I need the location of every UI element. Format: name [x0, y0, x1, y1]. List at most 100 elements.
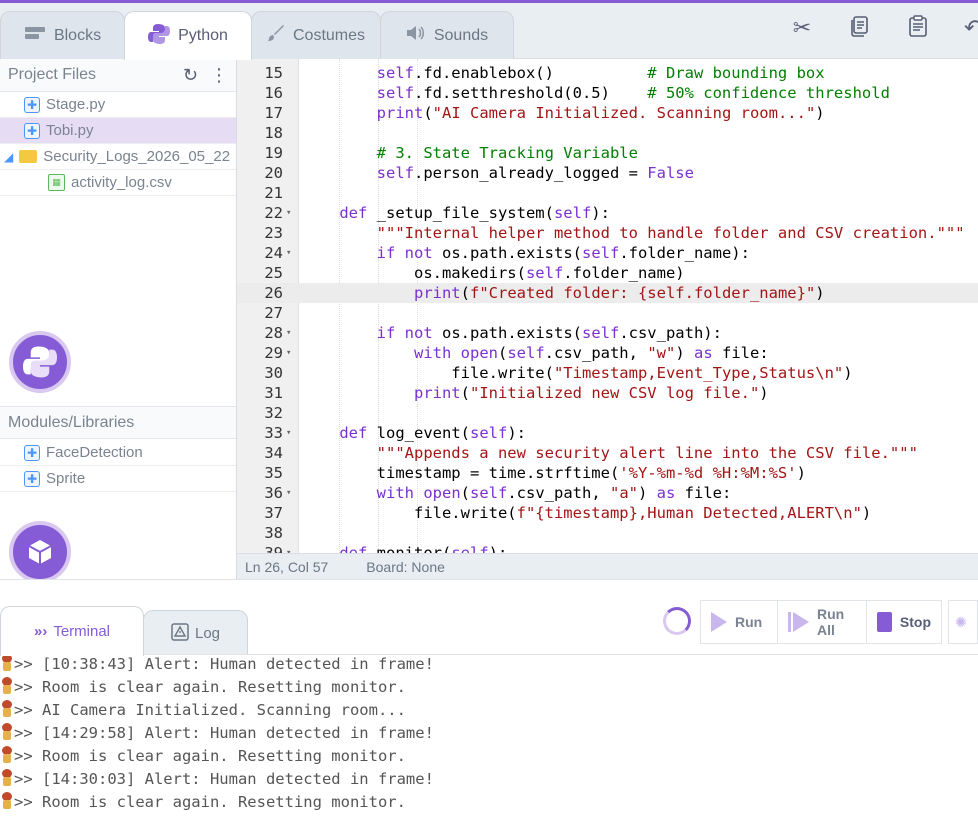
code-line[interactable]: 17 print("AI Camera Initialized. Scannin… [237, 103, 978, 123]
tab-python[interactable]: Python [124, 11, 252, 60]
run-button[interactable]: Run [700, 600, 778, 644]
sprite-avatar-icon [0, 654, 14, 672]
blocks-icon [24, 25, 46, 46]
add-python-file-button[interactable] [9, 331, 71, 393]
code-line[interactable]: 22 ▾ def _setup_file_system(self): [237, 203, 978, 223]
python-file-icon: ✚ [24, 122, 40, 139]
line-number: 22 [264, 204, 283, 222]
line-number: 28 [264, 324, 283, 342]
line-number: 37 [264, 504, 283, 522]
fold-toggle-icon[interactable]: ▾ [286, 423, 291, 443]
code-editor[interactable]: 15 self.fd.enablebox() # Draw bounding b… [237, 59, 978, 553]
tab-log[interactable]: Log [143, 610, 248, 656]
modules-label: Modules/Libraries [8, 413, 135, 431]
fold-toggle-icon[interactable]: ▾ [286, 203, 291, 223]
code-line[interactable]: 16 self.fd.setthreshold(0.5) # 50% confi… [237, 83, 978, 103]
code-text: if not os.path.exists(self.folder_name): [376, 244, 750, 262]
terminal-line: >> [10:38:43] Alert: Human detected in f… [0, 653, 434, 676]
tab-label: Blocks [53, 26, 102, 44]
code-line[interactable]: 21 [237, 183, 978, 203]
file-name: Stage.py [46, 96, 106, 113]
module-item-facedetection[interactable]: ✚ FaceDetection [0, 440, 236, 466]
file-item-stage[interactable]: ✚ Stage.py [0, 92, 236, 118]
code-line[interactable]: 32 [237, 403, 978, 423]
expand-triangle-icon[interactable]: ◢ [4, 150, 13, 164]
code-text: self.fd.setthreshold(0.5) # 50% confiden… [376, 84, 890, 102]
code-line[interactable]: 18 [237, 123, 978, 143]
sprite-avatar-icon [0, 700, 14, 718]
line-number: 31 [264, 384, 283, 402]
terminal-text: >> Room is clear again. Resetting monito… [14, 747, 406, 765]
sprite-avatar-icon [0, 723, 14, 741]
fold-toggle-icon[interactable]: ▾ [286, 343, 291, 363]
code-line[interactable]: 29 ▾ with open(self.csv_path, "w") as fil… [237, 343, 978, 363]
code-line[interactable]: 34 """Appends a new security alert line … [237, 443, 978, 463]
run-all-button[interactable]: Run All [777, 600, 867, 644]
code-line[interactable]: 24 ▾ if not os.path.exists(self.folder_na… [237, 243, 978, 263]
code-line[interactable]: 31 print("Initialized new CSV log file."… [237, 383, 978, 403]
code-line[interactable]: 20 self.person_already_logged = False [237, 163, 978, 183]
code-text: print(f"Created folder: {self.folder_nam… [413, 284, 825, 302]
cursor-position: Ln 26, Col 57 [245, 558, 329, 575]
file-item-activity-log[interactable]: ▦ activity_log.csv [0, 170, 236, 196]
stop-button[interactable]: Stop [866, 600, 942, 644]
code-line[interactable]: 19 # 3. State Tracking Variable [237, 143, 978, 163]
module-item-sprite[interactable]: ✚ Sprite [0, 466, 236, 492]
python-file-icon: ✚ [24, 96, 40, 113]
stop-icon [877, 612, 892, 632]
more-vertical-icon[interactable]: ⋮ [210, 65, 228, 86]
code-line[interactable]: 15 self.fd.enablebox() # Draw bounding b… [237, 63, 978, 83]
code-line[interactable]: 36 ▾ with open(self.csv_path, "a") as fil… [237, 483, 978, 503]
code-line[interactable]: 37 file.write(f"{timestamp},Human Detect… [237, 503, 978, 523]
terminal-line: >> [14:30:03] Alert: Human detected in f… [0, 768, 434, 791]
fold-toggle-icon[interactable]: ▾ [286, 483, 291, 503]
code-text: self.person_already_logged = False [376, 164, 694, 182]
tab-blocks[interactable]: Blocks [0, 11, 125, 59]
code-line[interactable]: 25 os.makedirs(self.folder_name) [237, 263, 978, 283]
scissors-icon[interactable]: ✂ [790, 15, 814, 43]
copy-icon[interactable] [848, 15, 872, 43]
line-number: 25 [264, 264, 283, 282]
code-line[interactable]: 26 print(f"Created folder: {self.folder_… [237, 283, 978, 303]
tab-costumes[interactable]: Costumes [251, 11, 381, 59]
code-line[interactable]: 23 """Internal helper method to handle f… [237, 223, 978, 243]
sprite-avatar-icon [0, 769, 14, 787]
brush-icon [267, 24, 285, 47]
editor-status-bar: Ln 26, Col 57 Board: None [237, 553, 978, 579]
terminal-line: >> [14:29:58] Alert: Human detected in f… [0, 722, 434, 745]
terminal-text: >> AI Camera Initialized. Scanning room.… [14, 701, 406, 719]
code-text: file.write("Timestamp,Event_Type,Status\… [302, 364, 853, 382]
folder-icon [19, 150, 38, 163]
add-module-button[interactable] [9, 521, 71, 583]
terminal-text: >> Room is clear again. Resetting monito… [14, 678, 406, 696]
refresh-icon[interactable]: ↻ [183, 65, 198, 86]
code-line[interactable]: 38 [237, 523, 978, 543]
fold-toggle-icon[interactable]: ▾ [286, 543, 291, 553]
file-name: Tobi.py [46, 122, 94, 139]
fold-toggle-icon[interactable]: ▾ [286, 323, 291, 343]
undo-icon[interactable]: ↶ [964, 15, 978, 43]
clipboard-icon[interactable] [906, 15, 930, 43]
code-line[interactable]: 28 ▾ if not os.path.exists(self.csv_path)… [237, 323, 978, 343]
tab-terminal[interactable]: »› Terminal [0, 606, 144, 656]
code-line[interactable]: 35 timestamp = time.strftime('%Y-%m-%d %… [237, 463, 978, 483]
warning-icon [171, 622, 189, 645]
code-line[interactable]: 33 ▾ def log_event(self): [237, 423, 978, 443]
line-number: 33 [264, 424, 283, 442]
terminal-output[interactable]: >> [10:38:43] Alert: Human detected in f… [0, 654, 978, 816]
stop-label: Stop [899, 614, 931, 630]
code-line[interactable]: 27 [237, 303, 978, 323]
folder-item-security-logs[interactable]: ◢ Security_Logs_2026_05_22 [0, 144, 236, 170]
run-all-icon [788, 612, 809, 632]
code-text: """Appends a new security alert line int… [376, 444, 918, 462]
code-line[interactable]: 39 ▾ def monitor(self): [237, 543, 978, 553]
tab-sounds[interactable]: Sounds [380, 11, 514, 59]
terminal-text: >> Room is clear again. Resetting monito… [14, 793, 406, 811]
board-status: Board: None [366, 558, 445, 575]
file-item-tobi[interactable]: ✚ Tobi.py [0, 118, 236, 144]
fold-toggle-icon[interactable]: ▾ [286, 243, 291, 263]
extra-button[interactable]: ✺ [948, 600, 978, 644]
terminal-line: >> Room is clear again. Resetting monito… [0, 791, 406, 814]
terminal-line: >> Room is clear again. Resetting monito… [0, 676, 406, 699]
code-line[interactable]: 30 file.write("Timestamp,Event_Type,Stat… [237, 363, 978, 383]
